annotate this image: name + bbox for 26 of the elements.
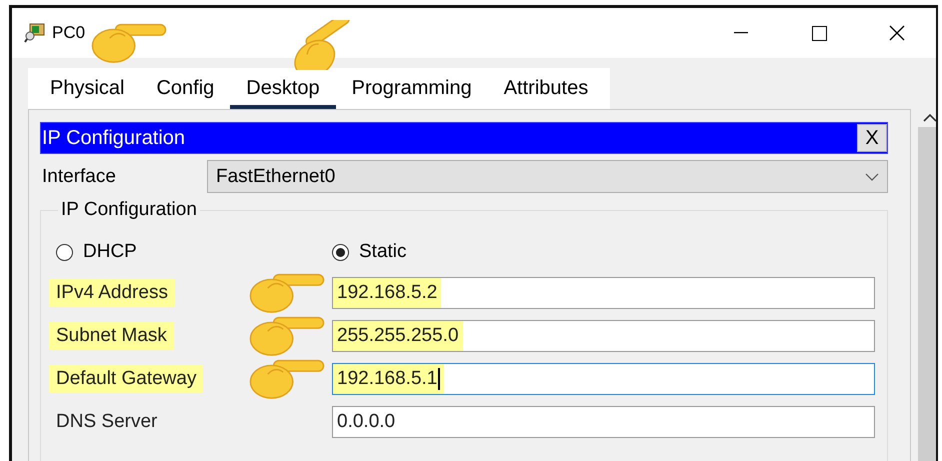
close-icon[interactable] [889,25,905,41]
close-panel-button[interactable]: X [857,124,887,152]
group-title: IP Configuration [60,199,198,221]
tab[interactable]: Physical [34,68,140,109]
field-label: Interface [41,166,117,188]
radio-option[interactable]: DHCP [56,241,332,263]
chevron-down-icon [865,172,879,180]
maximize-icon[interactable] [812,26,826,40]
radio-option[interactable]: Static [332,241,875,263]
tab[interactable]: Attributes [488,68,604,109]
tab[interactable]: Config [140,68,230,109]
field-label: DNS Server [56,410,158,434]
text-field[interactable]: 0.0.0.0 [332,406,875,438]
interface-dropdown[interactable]: FastEthernet0 [207,160,888,193]
window-title: PC0 [52,23,86,43]
text-field[interactable]: 192.168.5.2 [332,276,875,308]
panel-title: IP Configuration [41,126,186,150]
field-label: Default Gateway [49,364,204,392]
computer-icon [24,23,46,43]
tab[interactable]: Programming [336,68,488,109]
text-field[interactable]: 255.255.255.0 [332,320,875,352]
field-label: IPv4 Address [49,278,175,306]
text-field[interactable]: 192.168.5.1 [332,362,875,394]
scroll-up-icon[interactable] [923,113,936,123]
minimize-icon[interactable] [734,32,748,34]
field-label: Subnet Mask [49,322,174,350]
